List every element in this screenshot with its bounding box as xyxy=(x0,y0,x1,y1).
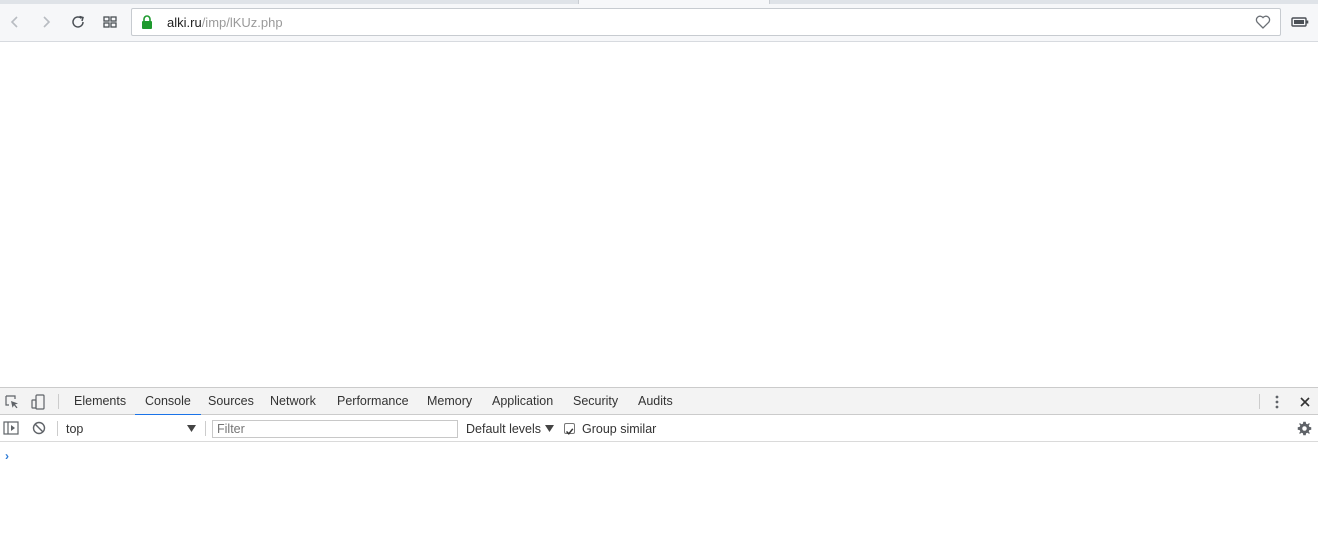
toolbar-divider xyxy=(205,421,206,436)
devtools-menu-button[interactable] xyxy=(1268,393,1286,411)
devtools-panel: Elements Console Sources Network Perform… xyxy=(0,387,1318,552)
tab-memory[interactable]: Memory xyxy=(417,388,482,415)
sidebar-toggle-icon xyxy=(3,421,19,435)
inspect-element-button[interactable] xyxy=(3,393,21,411)
forward-button[interactable] xyxy=(34,10,58,34)
close-devtools-button[interactable] xyxy=(1296,393,1314,411)
close-icon xyxy=(1300,397,1310,407)
reload-icon xyxy=(72,15,84,28)
reload-button[interactable] xyxy=(66,10,90,34)
gear-icon xyxy=(1297,421,1312,436)
context-value: top xyxy=(66,422,84,436)
forward-icon xyxy=(43,16,51,28)
url-text[interactable]: alki.ru/imp/lKUz.php xyxy=(167,15,283,31)
battery-button[interactable] xyxy=(1288,10,1312,34)
tab-performance[interactable]: Performance xyxy=(327,388,419,415)
address-bar[interactable]: alki.ru/imp/lKUz.php xyxy=(131,8,1281,36)
inspect-cursor-icon xyxy=(5,395,18,409)
checkmark-icon xyxy=(565,428,574,435)
devtools-tab-bar: Elements Console Sources Network Perform… xyxy=(0,388,1318,416)
device-mode-icon xyxy=(31,394,45,410)
toolbar-divider xyxy=(57,421,58,436)
tab-console[interactable]: Console xyxy=(135,388,201,416)
browser-toolbar: alki.ru/imp/lKUz.php xyxy=(0,4,1318,42)
context-selector[interactable]: top xyxy=(66,421,198,437)
toolbar-divider xyxy=(1259,394,1260,409)
battery-icon xyxy=(1291,17,1309,27)
tab-audits[interactable]: Audits xyxy=(628,388,683,415)
group-similar-label: Group similar xyxy=(582,422,657,436)
clear-console-icon xyxy=(32,421,46,435)
toolbar-divider xyxy=(58,394,59,409)
page-viewport xyxy=(0,42,1318,387)
tab-network[interactable]: Network xyxy=(260,388,326,415)
kebab-menu-icon xyxy=(1275,395,1279,409)
dropdown-arrow-icon xyxy=(545,425,554,432)
back-icon xyxy=(10,16,18,28)
back-button[interactable] xyxy=(3,10,27,34)
url-path: /imp/lKUz.php xyxy=(201,15,283,30)
lock-icon[interactable] xyxy=(141,15,153,30)
speed-dial-icon xyxy=(103,16,117,28)
console-toolbar: top Default levels Group similar xyxy=(0,415,1318,442)
url-host: alki.ru xyxy=(167,15,202,30)
group-similar-checkbox[interactable] xyxy=(564,423,575,435)
console-filter-input[interactable] xyxy=(212,420,458,438)
tab-elements[interactable]: Elements xyxy=(64,388,136,415)
heart-icon[interactable] xyxy=(1255,14,1271,30)
console-settings-button[interactable] xyxy=(1297,421,1312,439)
console-sidebar-toggle[interactable] xyxy=(2,419,20,437)
device-toolbar-button[interactable] xyxy=(29,393,47,411)
tab-security[interactable]: Security xyxy=(563,388,628,415)
log-levels-dropdown[interactable]: Default levels xyxy=(466,421,554,437)
speed-dial-button[interactable] xyxy=(98,10,122,34)
clear-console-button[interactable] xyxy=(30,419,48,437)
tab-application[interactable]: Application xyxy=(482,388,563,415)
dropdown-arrow-icon xyxy=(187,425,196,432)
console-prompt[interactable]: › xyxy=(5,449,9,463)
tab-sources[interactable]: Sources xyxy=(198,388,264,415)
log-levels-label: Default levels xyxy=(466,422,542,436)
